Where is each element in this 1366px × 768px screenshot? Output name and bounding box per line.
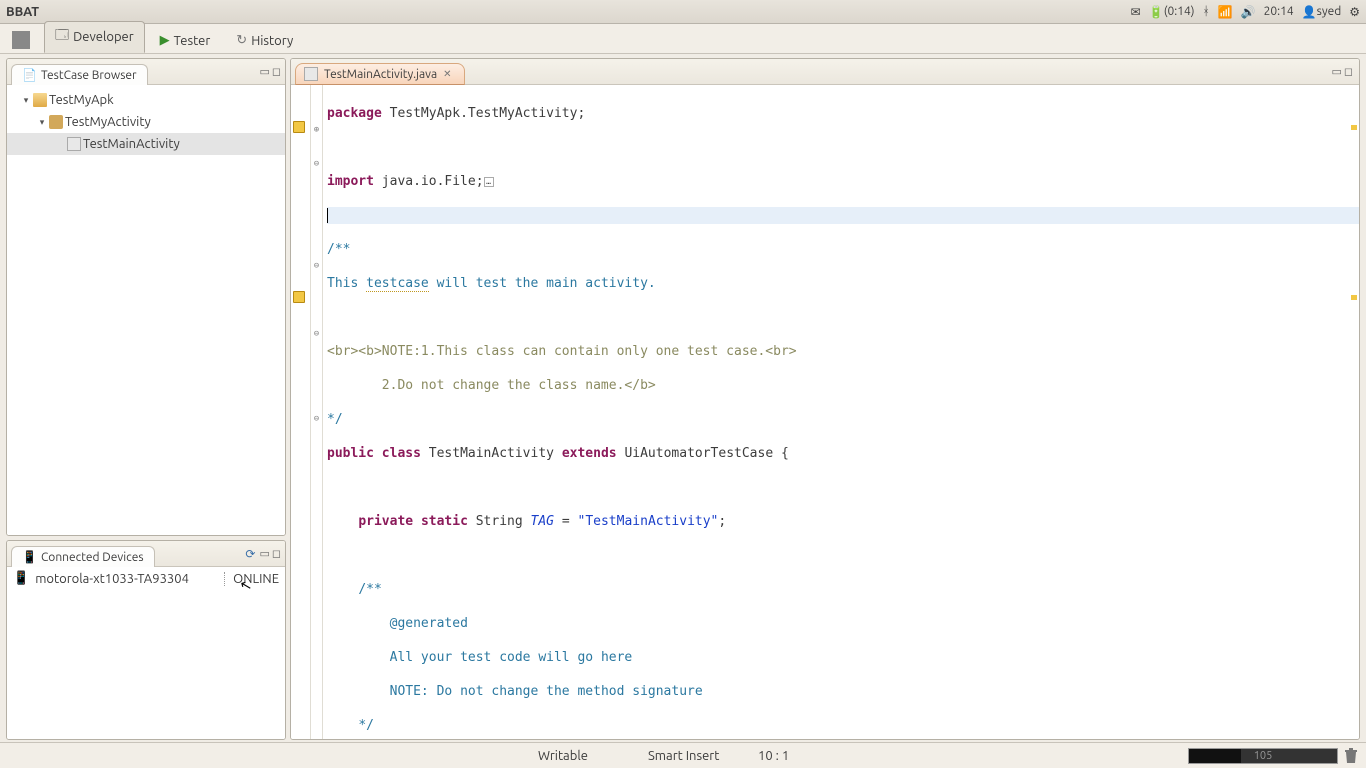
tree-node-file[interactable]: TestMainActivity bbox=[7, 133, 285, 155]
connected-devices-tab[interactable]: 📱 Connected Devices bbox=[11, 546, 155, 567]
progress-indicator[interactable]: 105 bbox=[1188, 748, 1358, 764]
tree-node-package[interactable]: ▾ TestMyActivity bbox=[7, 111, 285, 133]
browser-icon: 📄 bbox=[22, 68, 37, 82]
device-row[interactable]: 📱 motorola-xt1033-TA93304 ONLINE bbox=[13, 571, 279, 586]
main-area: 📄 TestCase Browser ▭ ◻ ▾ TestMyApk ▾ bbox=[0, 54, 1366, 742]
system-tray: ✉ 🔋(0:14) ᚼ 📶 🔊 20:14 👤 syed ⚙ bbox=[1131, 5, 1360, 19]
minimize-icon[interactable]: ▭ bbox=[259, 65, 269, 78]
warning-marker-icon[interactable] bbox=[293, 291, 305, 303]
perspective-open-icon[interactable] bbox=[12, 31, 30, 49]
phone-icon: 📱 bbox=[13, 571, 29, 586]
minimize-icon[interactable]: ▭ bbox=[1331, 65, 1341, 78]
bluetooth-icon[interactable]: ᚼ bbox=[1203, 5, 1210, 18]
refresh-icon[interactable]: ⟳ bbox=[245, 547, 255, 561]
testcase-browser-view: 📄 TestCase Browser ▭ ◻ ▾ TestMyApk ▾ bbox=[6, 58, 286, 536]
editor-column: TestMainActivity.java ✕ ▭ ◻ bbox=[288, 54, 1366, 742]
package-icon bbox=[49, 115, 63, 129]
connected-devices-body: 📱 motorola-xt1033-TA93304 ONLINE bbox=[7, 567, 285, 739]
battery-indicator[interactable]: 🔋(0:14) bbox=[1149, 5, 1195, 19]
status-writable: Writable bbox=[538, 749, 618, 763]
fold-column: ⊕ ⊖ ⊖ ⊖ ⊖ bbox=[311, 85, 323, 739]
editor-view: TestMainActivity.java ✕ ▭ ◻ bbox=[290, 58, 1360, 740]
user-indicator[interactable]: 👤 syed bbox=[1302, 5, 1342, 19]
fold-expand-icon[interactable]: ⊕ bbox=[311, 122, 322, 139]
status-bar: Writable Smart Insert 10 : 1 105 bbox=[0, 742, 1366, 768]
history-icon: ↻ bbox=[236, 33, 247, 48]
maximize-icon[interactable]: ◻ bbox=[272, 65, 281, 78]
maximize-icon[interactable]: ◻ bbox=[1344, 65, 1353, 78]
developer-icon: 🗔 bbox=[55, 26, 69, 48]
connected-devices-header: 📱 Connected Devices ⟳ ▭ ◻ bbox=[7, 541, 285, 567]
editor-tab-active[interactable]: TestMainActivity.java ✕ bbox=[295, 63, 465, 85]
project-icon bbox=[33, 93, 47, 107]
maximize-icon[interactable]: ◻ bbox=[272, 547, 281, 560]
mail-icon[interactable]: ✉ bbox=[1131, 5, 1141, 19]
minimize-icon[interactable]: ▭ bbox=[259, 547, 269, 560]
device-icon: 📱 bbox=[22, 550, 37, 564]
editor-tabs: TestMainActivity.java ✕ ▭ ◻ bbox=[291, 59, 1359, 85]
app-title: BBAT bbox=[6, 5, 1131, 19]
status-insert-mode: Smart Insert bbox=[648, 749, 728, 763]
perspective-history[interactable]: ↻ History bbox=[225, 28, 304, 53]
settings-gear-icon[interactable]: ⚙ bbox=[1349, 5, 1360, 19]
network-icon[interactable]: 📶 bbox=[1218, 5, 1233, 19]
perspective-tester[interactable]: ▶ Tester bbox=[149, 28, 222, 53]
java-file-icon bbox=[67, 137, 81, 151]
testcase-browser-body: ▾ TestMyApk ▾ TestMyActivity TestMainAct… bbox=[7, 85, 285, 535]
expand-icon[interactable]: ▾ bbox=[37, 117, 47, 128]
fold-collapse-icon[interactable]: ⊖ bbox=[311, 156, 322, 173]
clock[interactable]: 20:14 bbox=[1264, 5, 1294, 18]
fold-collapse-icon[interactable]: ⊖ bbox=[311, 326, 322, 343]
connected-devices-view: 📱 Connected Devices ⟳ ▭ ◻ 📱 motorola-xt1… bbox=[6, 540, 286, 740]
warning-marker-icon[interactable] bbox=[293, 121, 305, 133]
code-area[interactable]: ⊕ ⊖ ⊖ ⊖ ⊖ package TestMyApk.TestMyActivi… bbox=[291, 85, 1359, 739]
left-column: 📄 TestCase Browser ▭ ◻ ▾ TestMyApk ▾ bbox=[0, 54, 288, 742]
perspective-developer[interactable]: 🗔 Developer bbox=[44, 21, 145, 53]
overview-warning-icon[interactable] bbox=[1351, 295, 1357, 300]
device-status: ONLINE bbox=[233, 572, 279, 586]
expand-icon[interactable]: ▾ bbox=[21, 95, 31, 106]
overview-warning-icon[interactable] bbox=[1351, 125, 1357, 130]
java-file-icon bbox=[304, 67, 318, 81]
tree-node-project[interactable]: ▾ TestMyApk bbox=[7, 89, 285, 111]
gutter bbox=[291, 85, 311, 739]
titlebar: BBAT ✉ 🔋(0:14) ᚼ 📶 🔊 20:14 👤 syed ⚙ bbox=[0, 0, 1366, 24]
perspective-bar: 🗔 Developer ▶ Tester ↻ History bbox=[0, 24, 1366, 54]
fold-collapse-icon[interactable]: ⊖ bbox=[311, 411, 322, 428]
close-icon[interactable]: ✕ bbox=[443, 68, 451, 80]
testcase-browser-tab[interactable]: 📄 TestCase Browser bbox=[11, 64, 148, 85]
testcase-browser-header: 📄 TestCase Browser ▭ ◻ bbox=[7, 59, 285, 85]
play-icon: ▶ bbox=[160, 33, 170, 48]
trash-icon[interactable] bbox=[1344, 748, 1358, 764]
fold-collapse-icon[interactable]: ⊖ bbox=[311, 258, 322, 275]
status-cursor-position: 10 : 1 bbox=[758, 749, 838, 763]
code-content[interactable]: package TestMyApk.TestMyActivity; import… bbox=[323, 85, 1359, 739]
device-name: motorola-xt1033-TA93304 bbox=[35, 572, 225, 586]
sound-icon[interactable]: 🔊 bbox=[1241, 5, 1256, 19]
